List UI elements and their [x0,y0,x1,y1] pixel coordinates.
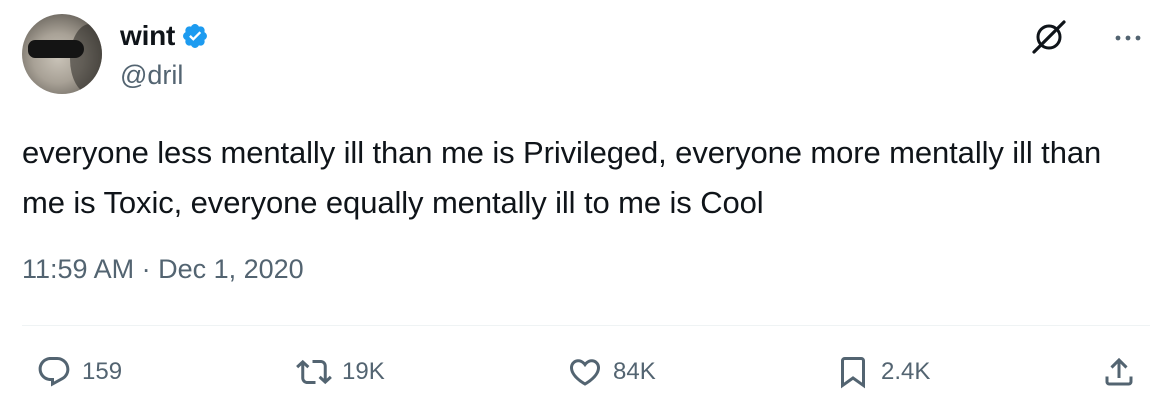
more-icon[interactable] [1112,22,1144,54]
like-count: 84K [613,358,656,385]
reply-icon [38,357,70,387]
reply-button[interactable]: 159 [36,354,122,390]
share-icon [1105,357,1133,386]
verified-badge-icon [183,24,208,48]
display-name[interactable]: wint [120,20,175,52]
avatar-sunglasses [28,40,84,58]
avatar-shadow [70,24,102,94]
bookmark-count: 2.4K [881,358,931,385]
bookmark-icon [841,357,865,389]
share-button[interactable] [1101,354,1137,390]
grok-icon[interactable] [1030,18,1068,56]
tweet-text: everyone less mentally ill than me is Pr… [22,135,1102,220]
like-button[interactable]: 84K [567,354,656,390]
reply-count: 159 [82,358,123,385]
author-name-row: wint [120,20,209,52]
author-handle[interactable]: @dril [120,60,183,91]
bookmark-button[interactable]: 2.4K [835,354,930,390]
repost-button[interactable]: 19K [296,354,385,390]
tweet-timestamp[interactable]: 11:59 AM · Dec 1, 2020 [22,254,304,285]
repost-icon [296,359,332,385]
like-icon [569,359,601,386]
repost-count: 19K [342,358,385,385]
divider [22,325,1150,326]
avatar[interactable] [22,14,102,94]
